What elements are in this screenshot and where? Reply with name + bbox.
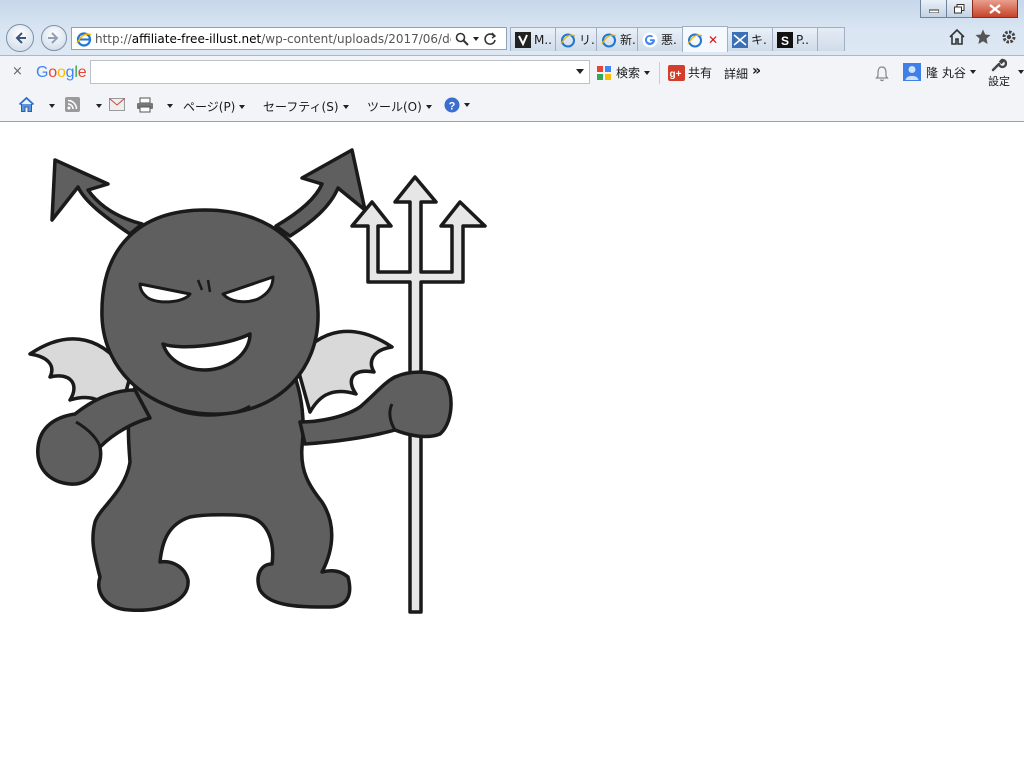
- svg-text:S: S: [781, 34, 789, 48]
- ie-page-icon: [76, 31, 92, 47]
- settings-button[interactable]: 設定: [986, 57, 1012, 88]
- settings-dropdown-icon[interactable]: [1018, 70, 1024, 74]
- rss-feed-icon: [65, 97, 80, 112]
- restore-icon: [954, 3, 965, 13]
- back-arrow-icon: [15, 32, 26, 44]
- ie-page-icon: [601, 32, 617, 48]
- minimize-button[interactable]: [920, 0, 947, 18]
- tab-3[interactable]: 悪.: [637, 27, 683, 51]
- tab-1[interactable]: リ.: [555, 27, 597, 51]
- page-menu-dropdown-icon: [239, 104, 246, 109]
- home-dropdown-icon[interactable]: [49, 104, 55, 108]
- tab-strip: M.. リ. 新. 悪. ✕ キ. S P..: [510, 26, 845, 53]
- browser-right-icons: [948, 28, 1018, 46]
- share-button[interactable]: g+ 共有: [668, 64, 712, 81]
- tools-menu-dropdown-icon: [425, 104, 432, 109]
- new-tab-button[interactable]: [817, 27, 845, 51]
- feeds-dropdown-icon[interactable]: [96, 104, 102, 108]
- wrench-icon: [991, 58, 1008, 72]
- user-account-button[interactable]: 隆 丸谷: [903, 63, 976, 81]
- safety-menu-dropdown-icon: [342, 104, 349, 109]
- safety-menu[interactable]: セーフティ(S): [263, 98, 349, 115]
- forward-button[interactable]: [41, 25, 67, 51]
- mail-icon: [109, 98, 125, 111]
- help-question-icon: ?: [444, 97, 460, 113]
- address-dropdown-icon[interactable]: [473, 36, 479, 41]
- tab-2[interactable]: 新.: [596, 27, 638, 51]
- logo-letter: o: [56, 64, 66, 81]
- home-icon: [18, 96, 35, 112]
- user-avatar-icon: [903, 63, 921, 81]
- print-button[interactable]: [136, 97, 154, 113]
- favicon-icon: [732, 31, 748, 48]
- browser-title-bar: http://affiliate-free-illust.net/wp-cont…: [0, 0, 1024, 56]
- svg-text:?: ?: [449, 101, 456, 113]
- close-tab-icon[interactable]: ✕: [708, 33, 718, 47]
- tab-0[interactable]: M..: [510, 27, 556, 51]
- search-icon[interactable]: [455, 32, 469, 46]
- help-dropdown-icon: [464, 103, 470, 107]
- favorites-star-icon[interactable]: [974, 28, 992, 46]
- ie-page-icon: [560, 32, 576, 48]
- restore-button[interactable]: [946, 0, 973, 18]
- url-text[interactable]: http://affiliate-free-illust.net/wp-cont…: [95, 32, 451, 46]
- close-window-button[interactable]: [972, 0, 1018, 18]
- mail-button[interactable]: [109, 98, 125, 111]
- more-button[interactable]: »: [752, 63, 761, 79]
- right-horn: [274, 148, 367, 238]
- address-bar[interactable]: http://affiliate-free-illust.net/wp-cont…: [71, 27, 507, 50]
- print-dropdown-icon[interactable]: [167, 104, 173, 108]
- google-search-icon: [597, 65, 611, 80]
- google-search-button[interactable]: 検索: [596, 64, 651, 81]
- tab-4-active[interactable]: ✕: [682, 26, 728, 52]
- metro-app-icon: [515, 31, 531, 48]
- ie-page-icon: [687, 32, 703, 48]
- command-bar: ページ(P) セーフティ(S) ツール(O) ?: [0, 89, 1024, 122]
- left-horn: [50, 158, 144, 236]
- page-menu[interactable]: ページ(P): [183, 98, 246, 115]
- google-logo: Google: [36, 64, 87, 82]
- home-command-button[interactable]: [18, 96, 35, 113]
- user-dropdown-icon[interactable]: [969, 70, 976, 74]
- logo-letter: e: [77, 64, 87, 81]
- notification-bell-icon[interactable]: [874, 65, 890, 82]
- tab-5[interactable]: キ.: [727, 27, 773, 51]
- refresh-icon[interactable]: [483, 32, 497, 46]
- tab-6[interactable]: S P..: [772, 27, 818, 51]
- close-icon: [989, 3, 1001, 14]
- back-button[interactable]: [6, 24, 34, 52]
- logo-letter: o: [48, 64, 57, 81]
- svg-text:g+: g+: [670, 69, 682, 80]
- s-favicon-icon: S: [777, 31, 793, 48]
- window-controls: [920, 0, 1018, 18]
- logo-letter: G: [36, 64, 49, 81]
- devil-illustration: [28, 148, 487, 614]
- details-button[interactable]: 詳細: [724, 65, 748, 82]
- minimize-icon: [928, 9, 939, 13]
- help-menu[interactable]: ?: [444, 97, 470, 113]
- toolbar-divider: [659, 62, 660, 84]
- printer-icon: [137, 97, 153, 113]
- search-history-dropdown-icon[interactable]: [576, 69, 584, 74]
- home-icon[interactable]: [948, 28, 966, 46]
- google-g-icon: [642, 32, 658, 48]
- devil-head: [100, 208, 320, 416]
- google-plus-share-icon: g+: [668, 64, 685, 81]
- feeds-button[interactable]: [65, 97, 80, 112]
- gear-icon[interactable]: [1000, 28, 1018, 46]
- close-toolbar-icon[interactable]: ×: [12, 64, 23, 79]
- google-toolbar: × Google 検索 g+ 共有 詳細 » 隆 丸谷 設定: [0, 56, 1024, 89]
- tools-menu[interactable]: ツール(O): [367, 98, 432, 115]
- forward-arrow-icon: [48, 32, 59, 44]
- google-search-input[interactable]: [90, 60, 590, 84]
- search-dropdown-icon[interactable]: [644, 70, 651, 75]
- page-content: [0, 122, 1024, 768]
